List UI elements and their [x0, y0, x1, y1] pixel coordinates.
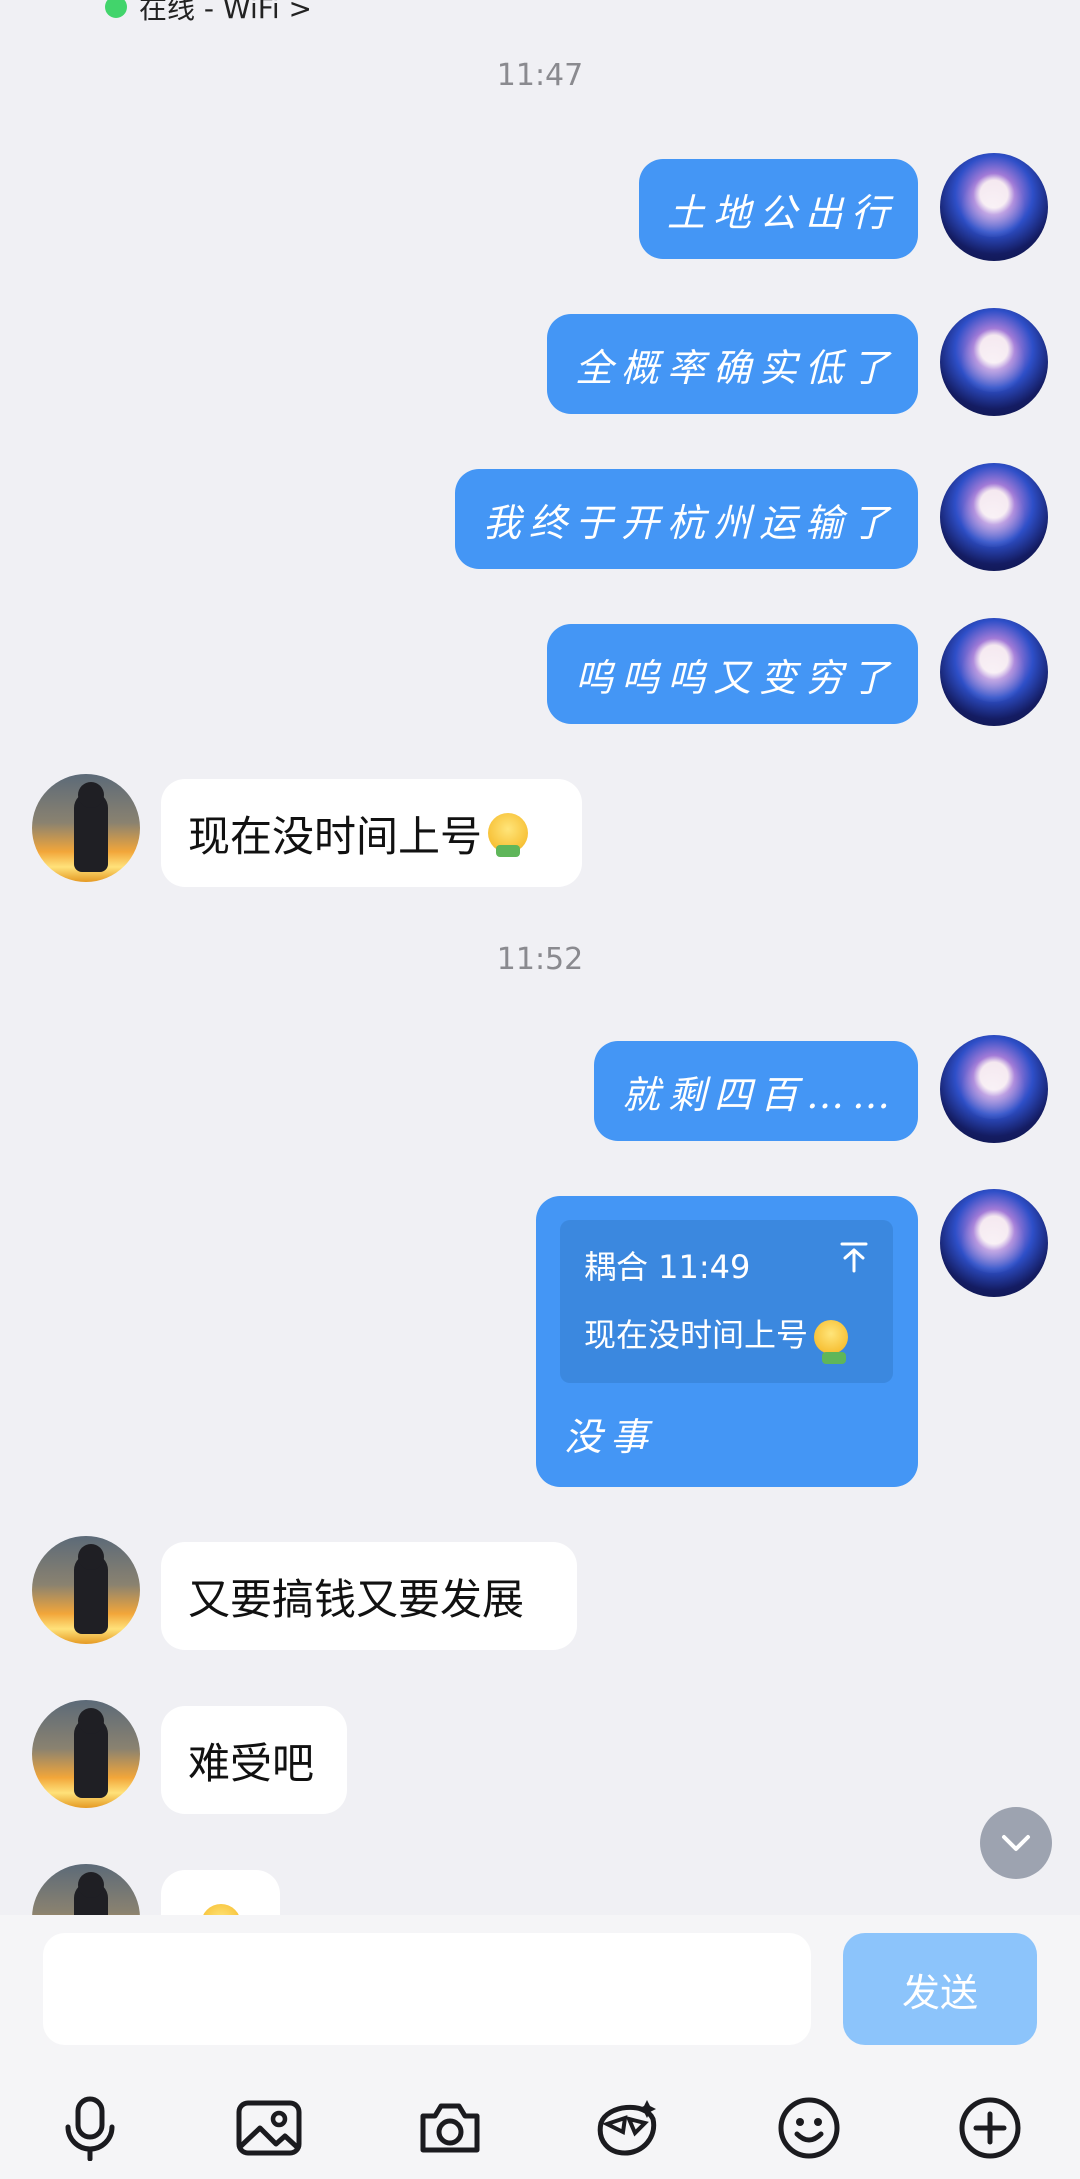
sticker-emoji	[814, 1320, 849, 1364]
message-in-1[interactable]: 现在没时间上号	[161, 779, 582, 887]
status-line[interactable]: 在线 - WiFi >	[105, 0, 312, 25]
scroll-to-bottom-button[interactable]	[980, 1807, 1052, 1879]
camera-icon[interactable]	[400, 2078, 500, 2178]
send-button[interactable]: 发送	[843, 1933, 1037, 2045]
message-input[interactable]	[43, 1933, 811, 2045]
plus-icon[interactable]	[940, 2078, 1040, 2178]
avatar-self[interactable]	[940, 1035, 1048, 1143]
quote-author-time: 耦合 11:49	[584, 1248, 751, 1286]
avatar-self[interactable]	[940, 618, 1048, 726]
quote-jump-icon[interactable]	[837, 1240, 871, 1274]
message-out-3[interactable]: 我终于开杭州运输了	[455, 469, 918, 569]
quoted-message[interactable]: 耦合 11:49 现在没时间上号	[560, 1220, 893, 1383]
quote-text: 现在没时间上号	[584, 1310, 849, 1364]
online-status-text: 在线 - WiFi >	[139, 0, 312, 25]
avatar-self[interactable]	[940, 1189, 1048, 1297]
avatar-self[interactable]	[940, 153, 1048, 261]
message-out-5[interactable]: 就剩四百……	[594, 1041, 918, 1141]
reply-text: 没事	[564, 1415, 657, 1459]
avatar-self[interactable]	[940, 308, 1048, 416]
avatar-peer[interactable]	[32, 1700, 140, 1808]
message-in-1-text: 现在没时间上号	[188, 811, 483, 861]
emoji-icon[interactable]	[759, 2078, 859, 2178]
composer-bar: 发送	[0, 1915, 1080, 2179]
message-in-2[interactable]: 又要搞钱又要发展	[161, 1542, 577, 1650]
avatar-peer[interactable]	[32, 1536, 140, 1644]
reply-message[interactable]: 耦合 11:49 现在没时间上号 没事	[536, 1196, 918, 1487]
message-out-1[interactable]: 土地公出行	[639, 159, 918, 259]
message-out-4[interactable]: 呜呜呜又变穷了	[547, 624, 918, 724]
image-icon[interactable]	[219, 2078, 319, 2178]
online-status-dot	[105, 0, 127, 18]
chevron-down-icon	[1002, 1835, 1030, 1851]
timestamp-1: 11:47	[496, 58, 584, 93]
message-out-2[interactable]: 全概率确实低了	[547, 314, 918, 414]
message-in-3[interactable]: 难受吧	[161, 1706, 347, 1814]
avatar-peer[interactable]	[32, 774, 140, 882]
avatar-self[interactable]	[940, 463, 1048, 571]
timestamp-2: 11:52	[496, 942, 584, 977]
microphone-icon[interactable]	[40, 2078, 140, 2178]
sticker-emoji	[488, 813, 529, 857]
sticker-icon[interactable]	[578, 2078, 678, 2178]
